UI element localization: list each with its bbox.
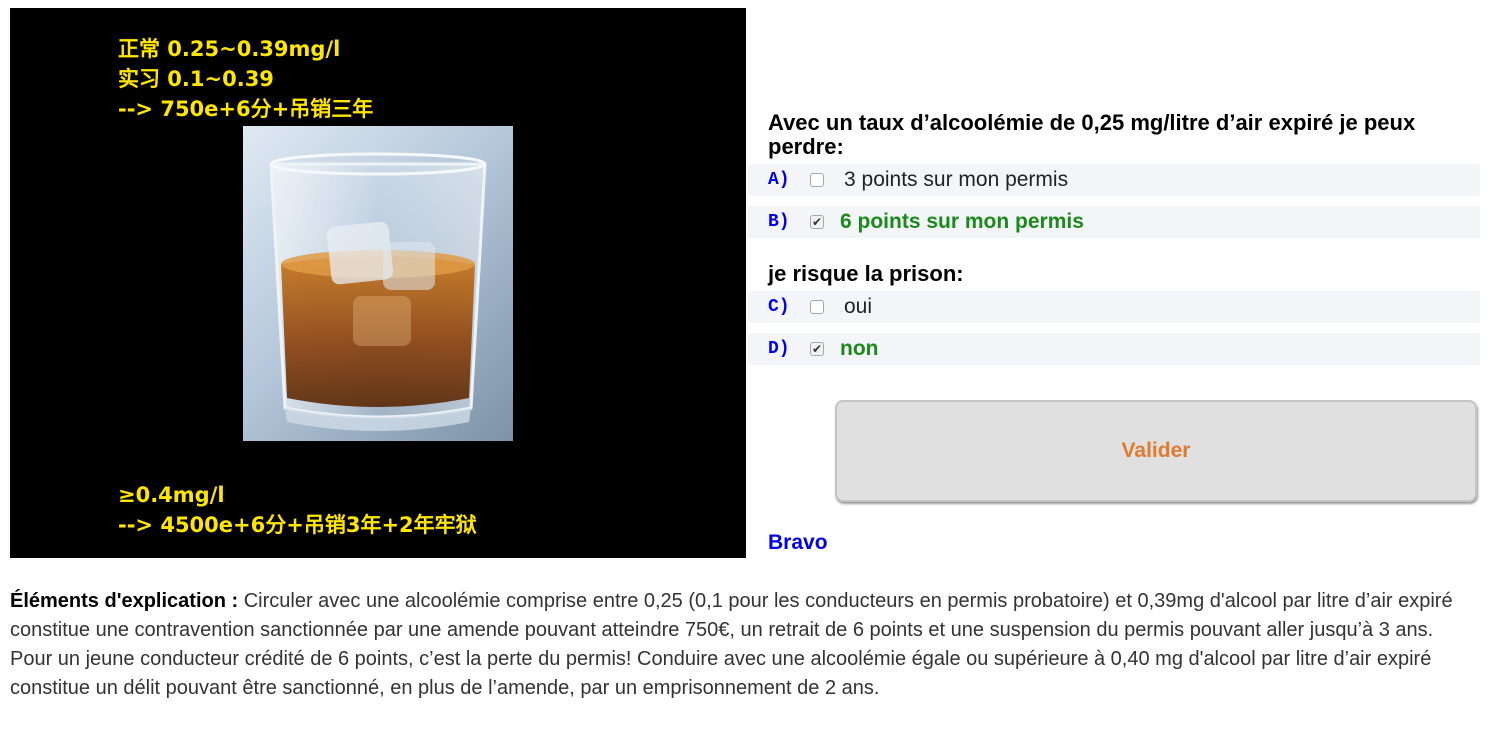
option-letter: A) — [768, 170, 790, 190]
option-a-label: 3 points sur mon permis — [844, 168, 1069, 191]
option-d-label: non — [840, 337, 879, 360]
option-b-label: 6 points sur mon permis — [840, 210, 1084, 233]
option-c-label: oui — [844, 295, 873, 318]
checkmark-icon: ✔ — [811, 215, 823, 229]
question-2-text: je risque la prison: — [768, 261, 964, 286]
option-a[interactable]: A) 3 points sur mon permis — [748, 164, 1480, 196]
whisky-glass-icon — [269, 152, 487, 431]
option-d-checkbox[interactable]: ✔ — [810, 342, 824, 356]
option-letter: B) — [768, 212, 790, 232]
explanation-heading: Éléments d'explication : — [10, 590, 244, 612]
option-d[interactable]: D) ✔ non — [748, 333, 1480, 365]
option-a-checkbox[interactable] — [810, 173, 824, 187]
explanation-block: Éléments d'explication : Circuler avec u… — [10, 587, 1480, 703]
question-1-text: Avec un taux d’alcoolémie de 0,25 mg/lit… — [768, 110, 1416, 159]
option-c-checkbox[interactable] — [810, 300, 824, 314]
option-b-checkbox[interactable]: ✔ — [810, 215, 824, 229]
option-b[interactable]: B) ✔ 6 points sur mon permis — [748, 206, 1480, 238]
option-c[interactable]: C) oui — [748, 291, 1480, 323]
checkmark-icon: ✔ — [811, 342, 823, 356]
result-message: Bravo — [768, 531, 828, 554]
media-panel: 正常 0.25~0.39mg/l 实习 0.1~0.39 --> 750e+6分… — [10, 8, 746, 558]
penalty-note-bottom: ≥0.4mg/l --> 4500e+6分+吊销3年+2年牢狱 — [118, 483, 477, 537]
validate-button[interactable]: Valider — [835, 400, 1477, 502]
whisky-glass-image — [243, 126, 513, 441]
option-letter: C) — [768, 297, 790, 317]
penalty-note-top: 正常 0.25~0.39mg/l 实习 0.1~0.39 --> 750e+6分… — [118, 37, 374, 121]
option-letter: D) — [768, 339, 790, 359]
